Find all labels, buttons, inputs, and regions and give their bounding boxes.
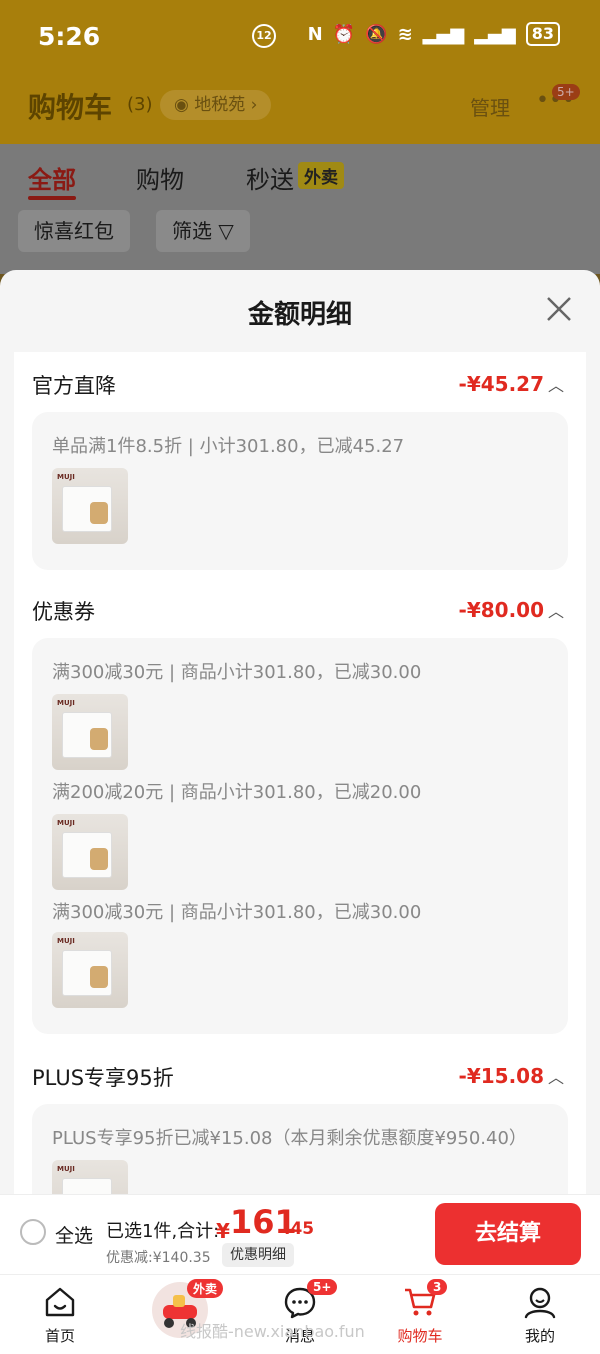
product-thumbnail: MUJI — [52, 468, 128, 544]
discount-line: 单品满1件8.5折 | 小计301.80，已减45.27 — [52, 436, 405, 457]
takeout-pill: 外卖 — [298, 162, 344, 189]
chevron-up-icon: ︿ — [547, 602, 564, 621]
filter-area: 全部 购物 秒送 外卖 惊喜红包 筛选 ▽ — [0, 144, 600, 274]
tab-messages[interactable]: 5+ 消息 — [255, 1275, 345, 1354]
status-icons: N ⏰ 🔕 ≋ ▂▄▆ ▂▄▆ 83 — [308, 22, 560, 46]
tab-underline — [28, 196, 76, 200]
coupon-line: 满300减30元 | 商品小计301.80，已减30.00 — [52, 902, 422, 923]
coupon-line: 满200减20元 | 商品小计301.80，已减20.00 — [52, 782, 422, 803]
select-all-label[interactable]: 全选 — [55, 1221, 93, 1248]
brand-logo: MUJI — [57, 699, 75, 707]
section-name: 优惠券 — [32, 600, 95, 624]
tab-mine-label: 我的 — [524, 1327, 555, 1345]
section-name: 官方直降 — [32, 374, 116, 398]
product-thumbnail: MUJI — [52, 814, 128, 890]
watermark: 线报酷-new.xianbao.fun — [180, 1322, 365, 1341]
selection-summary: 已选1件,合计: — [106, 1221, 220, 1242]
cart-header: 购物车 (3) ◉ 地税苑 › 管理 ••• 5+ — [0, 76, 600, 144]
manage-button[interactable]: 管理 — [470, 92, 510, 121]
waimai-badge: 外卖 — [187, 1279, 224, 1298]
discount-card: 单品满1件8.5折 | 小计301.80，已减45.27 MUJI — [32, 412, 568, 570]
filter-icon: ▽ — [218, 219, 234, 243]
status-bar: 5:26 12 N ⏰ 🔕 ≋ ▂▄▆ ▂▄▆ 83 — [0, 0, 600, 76]
nfc-icon: N — [307, 23, 323, 45]
signal-icon-2: ▂▄▆ — [474, 23, 516, 45]
bottom-tab-bar: 首页 外卖 5+ 消息 3 购物车 我的 — [0, 1274, 600, 1354]
tab-home[interactable]: 首页 — [15, 1275, 105, 1354]
checkout-button[interactable]: 去结算 — [435, 1203, 581, 1265]
close-icon[interactable] — [544, 294, 574, 324]
section-amount: -¥15.08 — [458, 1064, 544, 1088]
product-thumbnail: MUJI — [52, 694, 128, 770]
section-name: PLUS专享95折 — [32, 1066, 174, 1090]
section-official-discount[interactable]: 官方直降 -¥45.27 ︿ — [14, 366, 586, 406]
plus-line: PLUS专享95折已减¥15.08（本月剩余优惠额度¥950.40） — [52, 1128, 527, 1149]
amount-detail-sheet: 金额明细 官方直降 -¥45.27 ︿ 单品满1件8.5折 | 小计301.80… — [0, 270, 600, 1200]
cart-count: (3) — [127, 94, 153, 115]
location-label: 地税苑 — [194, 95, 246, 115]
circle-icon: 12 — [252, 24, 276, 48]
section-amount: -¥45.27 — [458, 372, 544, 396]
home-icon — [45, 1287, 75, 1317]
tab-flash[interactable]: 秒送 — [246, 160, 294, 195]
plus-card: PLUS专享95折已减¥15.08（本月剩余优惠额度¥950.40） MUJI — [32, 1104, 568, 1200]
discount-detail-button[interactable]: 优惠明细 — [222, 1243, 294, 1267]
section-coupon[interactable]: 优惠券 -¥80.00 ︿ — [14, 592, 586, 632]
more-badge: 5+ — [552, 84, 580, 100]
alarm-icon: ⏰ — [332, 23, 356, 45]
tab-home-label: 首页 — [44, 1327, 75, 1345]
tab-cart-label: 购物车 — [397, 1327, 443, 1345]
brand-logo: MUJI — [57, 819, 75, 827]
sheet-title: 金额明细 — [247, 300, 352, 330]
tab-all[interactable]: 全部 — [28, 160, 76, 195]
brand-logo: MUJI — [57, 473, 75, 481]
chevron-right-icon: › — [245, 95, 258, 115]
tab-mine[interactable]: 我的 — [495, 1275, 585, 1354]
status-time: 5:26 — [38, 22, 101, 51]
checkout-bar: 全选 已选1件,合计: ¥ 161 .45 优惠减:¥140.35 优惠明细 去… — [0, 1194, 600, 1274]
red-packet-chip[interactable]: 惊喜红包 — [18, 210, 130, 252]
messages-badge: 5+ — [307, 1279, 338, 1295]
location-button[interactable]: ◉ 地税苑 › — [160, 90, 272, 120]
tab-cart[interactable]: 3 购物车 — [375, 1275, 465, 1354]
filter-label: 筛选 — [172, 219, 212, 243]
chevron-up-icon: ︿ — [547, 376, 564, 395]
select-all-radio[interactable] — [20, 1219, 46, 1245]
sheet-content: 官方直降 -¥45.27 ︿ 单品满1件8.5折 | 小计301.80，已减45… — [14, 352, 586, 1200]
section-amount: -¥80.00 — [458, 598, 544, 622]
brand-logo: MUJI — [57, 1165, 75, 1173]
filter-chip[interactable]: 筛选 ▽ — [156, 210, 250, 252]
battery-icon: 83 — [525, 22, 560, 46]
tab-waimai[interactable]: 外卖 — [135, 1275, 225, 1354]
coupon-line: 满300减30元 | 商品小计301.80，已减30.00 — [52, 662, 422, 683]
brand-logo: MUJI — [57, 937, 75, 945]
wifi-icon: ≋ — [397, 23, 413, 45]
section-plus[interactable]: PLUS专享95折 -¥15.08 ︿ — [14, 1058, 586, 1098]
mute-icon: 🔕 — [365, 23, 388, 45]
discount-total: 优惠减:¥140.35 — [106, 1250, 211, 1266]
tab-shop[interactable]: 购物 — [136, 160, 184, 195]
signal-icon: ▂▄▆ — [422, 23, 465, 45]
user-icon — [524, 1287, 556, 1319]
page-title: 购物车 — [28, 91, 113, 124]
eye-icon: ◉ — [174, 95, 195, 115]
currency-symbol: ¥ — [216, 1219, 230, 1243]
cart-badge: 3 — [427, 1279, 448, 1295]
coupon-card: 满300减30元 | 商品小计301.80，已减30.00 MUJI 满200减… — [32, 638, 568, 1034]
chevron-up-icon: ︿ — [547, 1068, 564, 1087]
total-price-decimal: .45 — [284, 1219, 315, 1239]
product-thumbnail: MUJI — [52, 932, 128, 1008]
